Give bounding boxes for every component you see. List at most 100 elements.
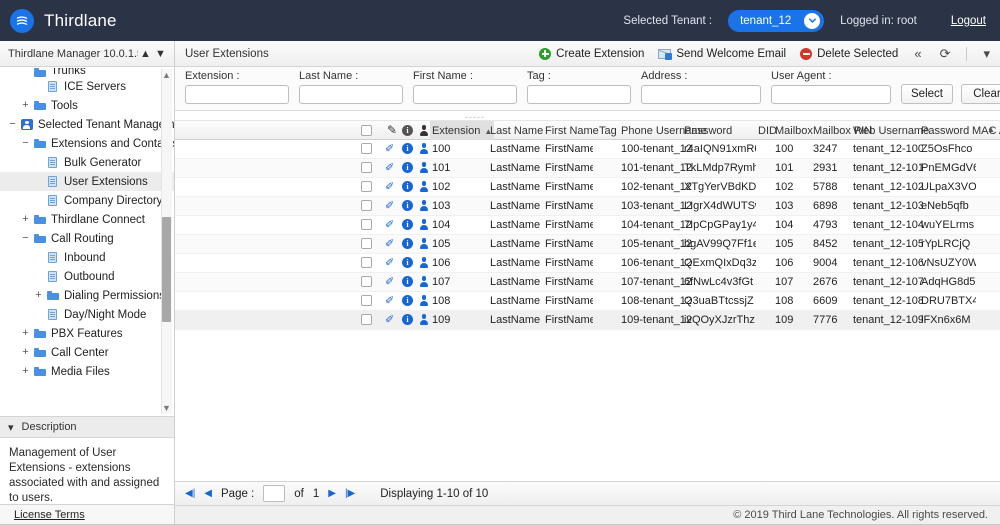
- description-panel-header[interactable]: ▾ Description: [0, 416, 174, 438]
- sidebar-item-bulk-generator[interactable]: Bulk Generator: [0, 153, 174, 172]
- expand-icon[interactable]: +: [19, 366, 32, 377]
- info-row-icon[interactable]: i: [402, 181, 413, 192]
- toolbar-menu-icon[interactable]: ▾: [981, 46, 992, 62]
- search-input-first-name[interactable]: [413, 85, 517, 104]
- search-input-extension[interactable]: [185, 85, 289, 104]
- table-row[interactable]: ✐i105LastName_5FirstName_5105-tenant_12b…: [175, 235, 1000, 254]
- row-checkbox[interactable]: [361, 238, 372, 249]
- grid-column-header-tag[interactable]: Tag: [597, 121, 619, 141]
- sidebar-item-call-routing[interactable]: − Call Routing: [0, 229, 174, 248]
- expand-icon[interactable]: +: [32, 290, 45, 301]
- user-row-icon[interactable]: [418, 276, 429, 287]
- search-input-last-name[interactable]: [299, 85, 403, 104]
- row-checkbox[interactable]: [361, 295, 372, 306]
- user-row-icon[interactable]: [418, 219, 429, 230]
- user-row-icon[interactable]: [418, 181, 429, 192]
- row-checkbox[interactable]: [361, 314, 372, 325]
- info-row-icon[interactable]: i: [402, 238, 413, 249]
- grid-column-header-web-pass[interactable]: Password: [919, 121, 971, 141]
- sidebar-item-trunks[interactable]: Trunks: [0, 68, 174, 77]
- expand-icon[interactable]: +: [19, 214, 32, 225]
- page-number-input[interactable]: [263, 485, 286, 502]
- edit-row-icon[interactable]: ✐: [385, 199, 394, 212]
- send-welcome-email-button[interactable]: Send Welcome Email: [658, 48, 786, 60]
- table-row[interactable]: ✐i102LastName_2FirstName_2102-tenant_12X…: [175, 178, 1000, 197]
- first-page-icon[interactable]: ◀|: [185, 488, 195, 499]
- clear-button[interactable]: Clear: [961, 84, 1000, 104]
- table-row[interactable]: ✐i109LastName_9FirstName_9109-tenant_12i…: [175, 311, 1000, 330]
- grid-column-header-mailbox[interactable]: Mailbox: [773, 121, 815, 141]
- sidebar-scrollbar-thumb[interactable]: [162, 217, 171, 322]
- user-row-icon[interactable]: [418, 143, 429, 154]
- sidebar-item-ice-servers[interactable]: ICE Servers: [0, 77, 174, 96]
- search-input-user-agent[interactable]: [771, 85, 891, 104]
- grid-column-header-mac[interactable]: MAC Address: [970, 121, 1000, 141]
- user-row-icon[interactable]: [418, 314, 429, 325]
- sidebar-item-company-directory[interactable]: Company Directory: [0, 191, 174, 210]
- edit-row-icon[interactable]: ✐: [385, 256, 394, 269]
- edit-row-icon[interactable]: ✐: [385, 275, 394, 288]
- select-button[interactable]: Select: [901, 84, 953, 104]
- edit-row-icon[interactable]: ✐: [385, 294, 394, 307]
- sidebar-item-pbx-features[interactable]: + PBX Features: [0, 324, 174, 343]
- row-checkbox[interactable]: [361, 276, 372, 287]
- sidebar-item-day-night-mode[interactable]: Day/Night Mode: [0, 305, 174, 324]
- sidebar-scroll-up-icon[interactable]: ▲: [161, 69, 172, 81]
- refresh-icon[interactable]: ⟳: [938, 46, 953, 62]
- sidebar-item-tools[interactable]: + Tools: [0, 96, 174, 115]
- info-row-icon[interactable]: i: [402, 200, 413, 211]
- edit-row-icon[interactable]: ✐: [385, 237, 394, 250]
- last-page-icon[interactable]: |▶: [345, 488, 355, 499]
- row-checkbox[interactable]: [361, 181, 372, 192]
- row-checkbox[interactable]: [361, 143, 372, 154]
- table-row[interactable]: ✐i100LastName_0FirstName_0100-tenant_12r…: [175, 140, 1000, 159]
- sidebar-item-user-extensions[interactable]: User Extensions: [0, 172, 174, 191]
- delete-selected-button[interactable]: Delete Selected: [800, 47, 898, 60]
- user-row-icon[interactable]: [418, 200, 429, 211]
- edit-row-icon[interactable]: ✐: [385, 142, 394, 155]
- grid-column-header-last[interactable]: Last Name: [488, 121, 545, 141]
- collapse-icon[interactable]: −: [19, 138, 32, 149]
- row-checkbox[interactable]: [361, 162, 372, 173]
- collapse-panel-icon[interactable]: «: [912, 46, 923, 61]
- tenant-selector-dropdown[interactable]: tenant_12: [728, 9, 825, 32]
- grid-column-header-password[interactable]: Password: [682, 121, 734, 141]
- collapse-icon[interactable]: −: [6, 119, 19, 130]
- info-row-icon[interactable]: i: [402, 143, 413, 154]
- user-row-icon[interactable]: [418, 295, 429, 306]
- sidebar-item-media-files[interactable]: + Media Files: [0, 362, 174, 381]
- row-checkbox[interactable]: [361, 219, 372, 230]
- sidebar-item-inbound[interactable]: Inbound: [0, 248, 174, 267]
- sidebar-item-extensions-and-contacts[interactable]: − Extensions and Contacts: [0, 134, 174, 153]
- table-row[interactable]: ✐i104LastName_4FirstName_4104-tenant_127…: [175, 216, 1000, 235]
- user-row-icon[interactable]: [418, 162, 429, 173]
- row-checkbox[interactable]: [361, 200, 372, 211]
- edit-row-icon[interactable]: ✐: [385, 180, 394, 193]
- sidebar-item-outbound[interactable]: Outbound: [0, 267, 174, 286]
- chevrons-down-icon[interactable]: ▼: [153, 48, 168, 60]
- edit-row-icon[interactable]: ✐: [385, 218, 394, 231]
- sidebar-item-thirdlane-connect[interactable]: + Thirdlane Connect: [0, 210, 174, 229]
- sidebar-item-dialing-permissions[interactable]: + Dialing Permissions: [0, 286, 174, 305]
- search-input-address[interactable]: [641, 85, 761, 104]
- sidebar-item-call-center[interactable]: + Call Center: [0, 343, 174, 362]
- info-row-icon[interactable]: i: [402, 314, 413, 325]
- user-row-icon[interactable]: [418, 257, 429, 268]
- search-input-tag[interactable]: [527, 85, 631, 104]
- sidebar-scroll-down-icon[interactable]: ▼: [161, 402, 172, 414]
- info-row-icon[interactable]: i: [402, 295, 413, 306]
- expand-icon[interactable]: +: [19, 100, 32, 111]
- table-row[interactable]: ✐i106LastName_6FirstName_6106-tenant_12Q…: [175, 254, 1000, 273]
- table-row[interactable]: ✐i107LastName_7FirstName_7107-tenant_126…: [175, 273, 1000, 292]
- info-row-icon[interactable]: i: [402, 276, 413, 287]
- select-all-checkbox[interactable]: [361, 125, 372, 136]
- table-row[interactable]: ✐i103LastName_3FirstName_3103-tenant_12L…: [175, 197, 1000, 216]
- table-row[interactable]: ✐i101LastName_1FirstName_1101-tenant_12T…: [175, 159, 1000, 178]
- edit-row-icon[interactable]: ✐: [385, 161, 394, 174]
- info-row-icon[interactable]: i: [402, 162, 413, 173]
- info-row-icon[interactable]: i: [402, 257, 413, 268]
- collapse-icon[interactable]: −: [19, 233, 32, 244]
- expand-icon[interactable]: +: [19, 347, 32, 358]
- previous-page-icon[interactable]: ◀: [204, 488, 212, 499]
- sidebar-item-selected-tenant-management[interactable]: − Selected Tenant Management: [0, 115, 174, 134]
